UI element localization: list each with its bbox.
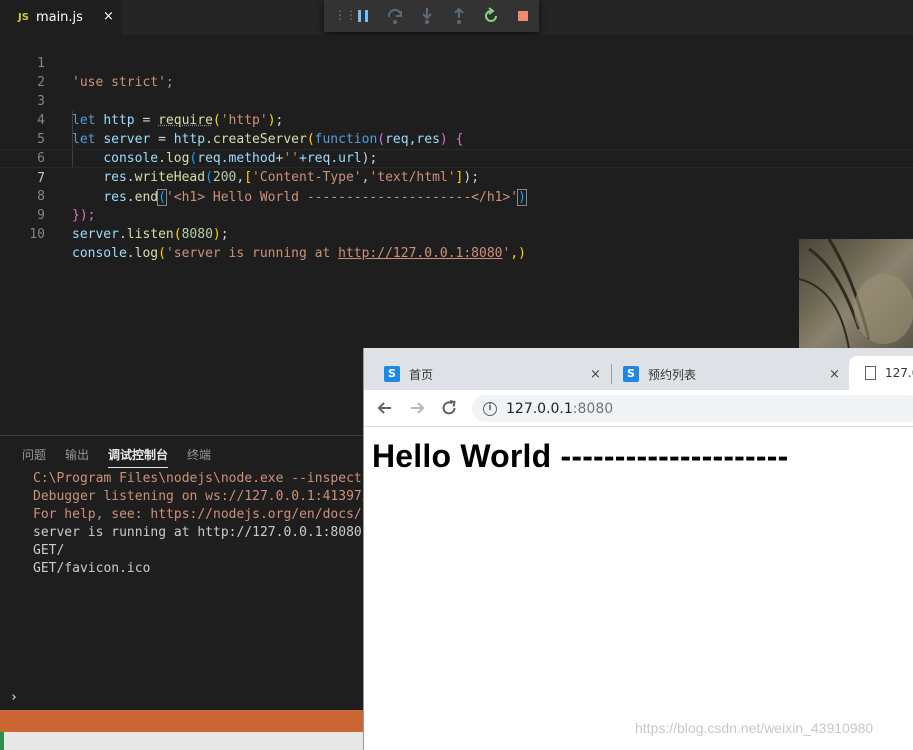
panel-tabs: 问题 输出 调试控制台 终端 — [22, 446, 230, 468]
stop-icon[interactable] — [513, 6, 533, 26]
code-line-1: 1 'use strict'; — [0, 35, 913, 54]
status-bar — [0, 710, 363, 732]
page-content: Hello World --------------------- https:… — [364, 428, 913, 750]
code-line-6: 6 res.writeHead(200,['Content-Type','tex… — [0, 130, 913, 149]
reload-icon[interactable] — [439, 398, 459, 418]
page-heading: Hello World --------------------- — [372, 438, 788, 475]
site-favicon-icon: S — [623, 366, 639, 382]
back-arrow-icon[interactable] — [375, 398, 395, 418]
browser-tab-title: 127.0 — [885, 366, 913, 380]
tab-problems[interactable]: 问题 — [22, 446, 46, 468]
code-token: server — [72, 227, 119, 242]
close-tab-icon[interactable]: × — [829, 367, 840, 382]
close-tab-icon[interactable]: × — [590, 367, 601, 382]
browser-tab-title: 首页 — [409, 366, 433, 383]
js-file-icon: JS — [18, 12, 29, 23]
site-info-icon[interactable]: i — [483, 402, 497, 416]
code-token: ; — [221, 227, 229, 242]
debug-toolbar: ⋮⋮ — [324, 0, 539, 32]
console-line: C:\Program Files\nodejs\node.exe --inspe… — [33, 470, 370, 488]
line-number: 10 — [0, 225, 45, 244]
code-token: 'server is running at — [166, 246, 338, 261]
tab-terminal[interactable]: 终端 — [187, 446, 211, 468]
address-bar[interactable]: i 127.0.0.1:8080 — [472, 395, 913, 422]
code-token: 8080 — [182, 227, 213, 242]
console-line: GET/favicon.ico — [33, 560, 150, 578]
step-into-icon[interactable] — [417, 6, 437, 26]
watermark-text: https://blog.csdn.net/weixin_43910980 — [635, 720, 873, 736]
code-line-10: 10 console.log('server is running at htt… — [0, 206, 913, 225]
console-line: Debugger listening on ws://127.0.0.1:413… — [33, 488, 370, 506]
tab-main-js[interactable]: JS main.js × — [0, 0, 122, 35]
console-line: GET/ — [33, 542, 64, 560]
page-icon — [865, 366, 876, 380]
desktop-wallpaper-image — [799, 239, 913, 349]
browser-tab-strip: S 首页 × S 预约列表 × 127.0 — [364, 348, 913, 390]
step-over-icon[interactable] — [385, 6, 405, 26]
forward-arrow-icon[interactable] — [407, 398, 427, 418]
taskbar-strip — [0, 732, 363, 750]
browser-tab-localhost[interactable]: 127.0 — [849, 356, 913, 390]
code-line-9: 9 server.listen(8080); — [0, 187, 913, 206]
code-line-3: 3 let http = require('http'); — [0, 73, 913, 92]
code-line-8: 8 }); — [0, 168, 913, 187]
browser-toolbar: i 127.0.0.1:8080 — [364, 390, 913, 427]
site-favicon-icon: S — [384, 366, 400, 382]
console-line: For help, see: https://nodejs.org/en/doc… — [33, 506, 370, 524]
address-port: :8080 — [573, 401, 613, 417]
code-token: log — [135, 246, 158, 261]
restart-icon[interactable] — [481, 6, 501, 26]
tab-label: main.js — [36, 10, 83, 25]
tab-output[interactable]: 输出 — [65, 446, 89, 468]
code-link[interactable]: http://127.0.0.1:8080 — [338, 246, 502, 261]
step-out-icon[interactable] — [449, 6, 469, 26]
tab-close-icon[interactable]: × — [103, 9, 114, 24]
tab-debug-console[interactable]: 调试控制台 — [108, 446, 168, 468]
code-token: listen — [127, 227, 174, 242]
console-prompt-icon[interactable]: › — [10, 690, 18, 705]
console-line: server is running at http://127.0.0.1:80… — [33, 524, 362, 542]
address-host: 127.0.0.1 — [506, 401, 573, 417]
browser-tab-home[interactable]: S 首页 × — [384, 360, 604, 388]
code-line-2: 2 — [0, 54, 913, 73]
code-token: ,) — [510, 246, 526, 261]
code-line-7: 7 res.end('<h1> Hello World ------------… — [0, 149, 913, 168]
code-line-4: 4 let server = http.createServer(functio… — [0, 92, 913, 111]
code-line-5: 5 console.log(req.method+''+req.url); — [0, 111, 913, 130]
browser-window: S 首页 × S 预约列表 × 127.0 i 127.0.0.1:8080 — [363, 348, 913, 750]
debug-console-panel: 问题 输出 调试控制台 终端 C:\Program Files\nodejs\n… — [0, 435, 363, 710]
pause-icon[interactable] — [353, 6, 373, 26]
code-token: console — [72, 246, 127, 261]
browser-tab-reservations[interactable]: S 预约列表 × — [623, 360, 843, 388]
browser-tab-title: 预约列表 — [648, 366, 696, 383]
tab-separator — [611, 364, 612, 384]
